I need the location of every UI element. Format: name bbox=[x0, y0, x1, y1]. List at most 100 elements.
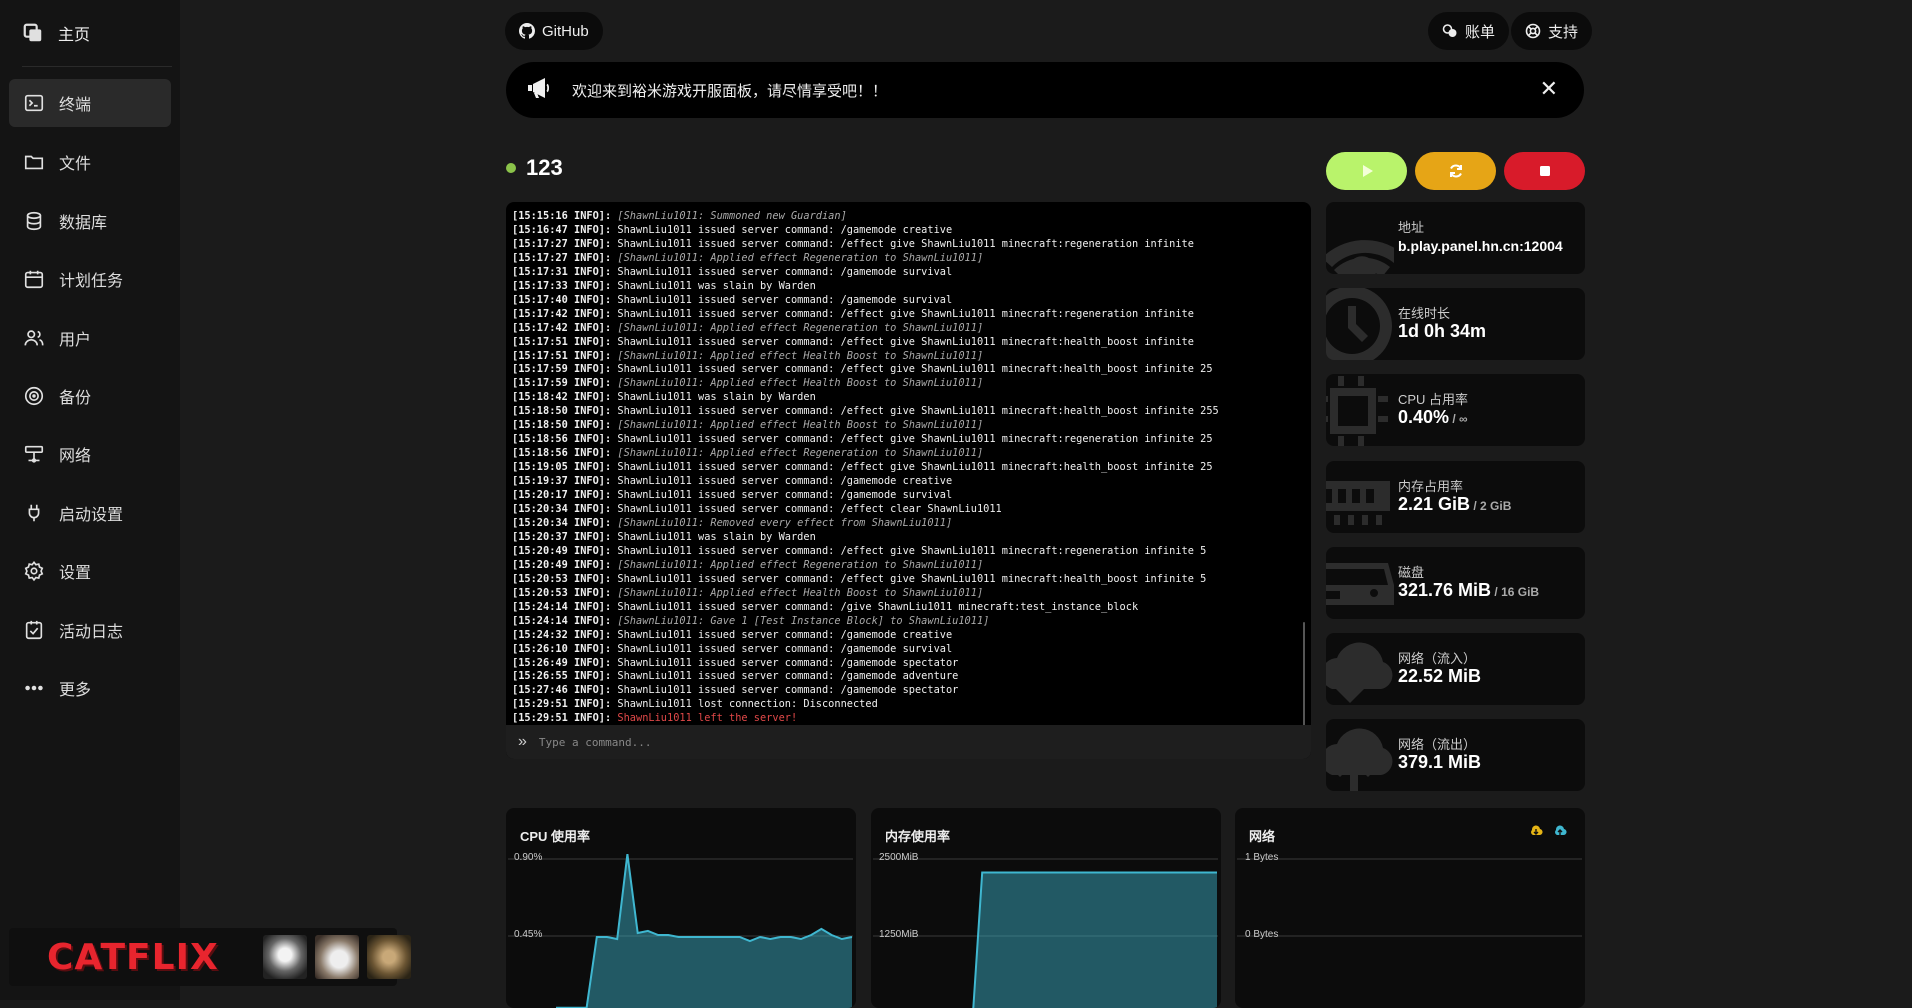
console-line: [15:18:50 INFO]: ShawnLiu1011 issued ser… bbox=[512, 405, 1299, 419]
console-timestamp: [15:20:49 INFO]: bbox=[512, 545, 611, 557]
stop-button[interactable] bbox=[1504, 152, 1585, 190]
console-line: [15:19:37 INFO]: ShawnLiu1011 issued ser… bbox=[512, 475, 1299, 489]
console-line: [15:18:56 INFO]: ShawnLiu1011 issued ser… bbox=[512, 433, 1299, 447]
billing-button[interactable]: 账单 bbox=[1428, 12, 1509, 50]
y-tick-label: 1 Bytes bbox=[1245, 852, 1278, 863]
server-console[interactable]: [15:15:16 INFO]: [ShawnLiu1011: Summoned… bbox=[506, 202, 1311, 759]
console-line: [15:17:59 INFO]: ShawnLiu1011 issued ser… bbox=[512, 363, 1299, 377]
console-message: ShawnLiu1011 issued server command: /gam… bbox=[611, 294, 952, 306]
sidebar-item-more[interactable]: 更多 bbox=[9, 664, 171, 712]
console-command-input[interactable] bbox=[537, 735, 1241, 750]
cat-thumbnail bbox=[367, 935, 411, 979]
console-line: [15:20:34 INFO]: ShawnLiu1011 issued ser… bbox=[512, 503, 1299, 517]
network-chart-card: 1 Bytes0 Bytes 网络 bbox=[1235, 808, 1585, 1008]
sidebar-item-users[interactable]: 用户 bbox=[9, 314, 171, 362]
sidebar: 主页 终端 文件 数据库 计划任务 用户 备份 网络 启动设置 设置 活动日志 bbox=[0, 0, 180, 1000]
console-message: [ShawnLiu1011: Gave 1 [Test Instance Blo… bbox=[611, 615, 989, 627]
sidebar-item-terminal[interactable]: 终端 bbox=[9, 79, 171, 127]
sidebar-item-label: 网络 bbox=[59, 442, 91, 466]
console-timestamp: [15:17:27 INFO]: bbox=[512, 252, 611, 264]
cpu-icon bbox=[1326, 374, 1396, 446]
console-line: [15:20:49 INFO]: [ShawnLiu1011: Applied … bbox=[512, 559, 1299, 573]
console-message: ShawnLiu1011 issued server command: /eff… bbox=[611, 308, 1194, 320]
download-legend-icon[interactable] bbox=[1529, 824, 1543, 838]
stat-value-main: 321.76 MiB bbox=[1398, 580, 1491, 600]
restart-button[interactable] bbox=[1415, 152, 1496, 190]
sidebar-item-startup[interactable]: 启动设置 bbox=[9, 489, 171, 537]
coins-icon bbox=[1442, 23, 1458, 39]
console-line: [15:27:46 INFO]: ShawnLiu1011 issued ser… bbox=[512, 684, 1299, 698]
sidebar-item-settings[interactable]: 设置 bbox=[9, 547, 171, 595]
console-line: [15:18:50 INFO]: [ShawnLiu1011: Applied … bbox=[512, 419, 1299, 433]
wifi-icon bbox=[1326, 202, 1396, 274]
console-timestamp: [15:17:42 INFO]: bbox=[512, 322, 611, 334]
console-message: ShawnLiu1011 issued server command: /eff… bbox=[611, 545, 1206, 557]
console-timestamp: [15:17:27 INFO]: bbox=[512, 238, 611, 250]
memory-icon bbox=[1326, 461, 1396, 533]
console-message: [ShawnLiu1011: Removed every effect from… bbox=[611, 517, 952, 529]
github-button[interactable]: GitHub bbox=[505, 12, 603, 50]
stat-value-main: 1d 0h 34m bbox=[1398, 321, 1486, 341]
console-timestamp: [15:17:31 INFO]: bbox=[512, 266, 611, 278]
y-tick-label: 2500MiB bbox=[879, 852, 919, 863]
console-message: ShawnLiu1011 lost connection: Disconnect… bbox=[611, 698, 878, 710]
start-button[interactable] bbox=[1326, 152, 1407, 190]
lifebuoy-icon bbox=[1525, 23, 1541, 39]
sidebar-item-activity[interactable]: 活动日志 bbox=[9, 606, 171, 654]
console-timestamp: [15:19:37 INFO]: bbox=[512, 475, 611, 487]
disk-icon bbox=[1326, 547, 1396, 619]
calendar-icon bbox=[23, 268, 45, 290]
cpu-chart-card: 0.90%0.45% CPU 使用率 bbox=[506, 808, 856, 1008]
console-line: [15:26:55 INFO]: ShawnLiu1011 issued ser… bbox=[512, 670, 1299, 684]
restart-icon bbox=[1447, 162, 1465, 180]
console-message: [ShawnLiu1011: Summoned new Guardian] bbox=[611, 210, 847, 222]
console-message: ShawnLiu1011 issued server command: /eff… bbox=[611, 336, 1194, 348]
stat-label: 地址 bbox=[1398, 217, 1424, 236]
console-message: [ShawnLiu1011: Applied effect Health Boo… bbox=[611, 587, 983, 599]
sidebar-item-label: 备份 bbox=[59, 384, 91, 408]
console-line: [15:16:47 INFO]: ShawnLiu1011 issued ser… bbox=[512, 224, 1299, 238]
sidebar-item-label: 文件 bbox=[59, 150, 91, 174]
console-timestamp: [15:18:56 INFO]: bbox=[512, 433, 611, 445]
console-line: [15:17:31 INFO]: ShawnLiu1011 issued ser… bbox=[512, 266, 1299, 280]
chart-title: 内存使用率 bbox=[885, 826, 950, 845]
memory-chart-card: 2500MiB1250MiB 内存使用率 bbox=[871, 808, 1221, 1008]
console-scrollbar[interactable] bbox=[1303, 622, 1305, 740]
stat-card: 磁盘321.76 MiB / 16 GiB bbox=[1326, 547, 1585, 619]
server-status-dot bbox=[506, 163, 516, 173]
sidebar-home-label: 主页 bbox=[58, 21, 90, 45]
console-line: [15:20:34 INFO]: [ShawnLiu1011: Removed … bbox=[512, 517, 1299, 531]
console-line: [15:17:42 INFO]: [ShawnLiu1011: Applied … bbox=[512, 322, 1299, 336]
stat-card: 内存占用率2.21 GiB / 2 GiB bbox=[1326, 461, 1585, 533]
server-title: 123 bbox=[506, 155, 563, 181]
stat-value-main: b.play.panel.hn.cn:12004 bbox=[1398, 238, 1563, 254]
catflix-ad-banner[interactable]: CATFLIX bbox=[9, 928, 397, 986]
sidebar-item-network[interactable]: 网络 bbox=[9, 430, 171, 478]
support-button[interactable]: 支持 bbox=[1511, 12, 1592, 50]
console-timestamp: [15:26:10 INFO]: bbox=[512, 643, 611, 655]
console-message: ShawnLiu1011 issued server command: /eff… bbox=[611, 461, 1212, 473]
console-timestamp: [15:24:14 INFO]: bbox=[512, 601, 611, 613]
console-timestamp: [15:15:16 INFO]: bbox=[512, 210, 611, 222]
sidebar-item-backups[interactable]: 备份 bbox=[9, 372, 171, 420]
more-dots-icon bbox=[23, 677, 45, 699]
sidebar-item-schedules[interactable]: 计划任务 bbox=[9, 255, 171, 303]
stat-value-limit: / 16 GiB bbox=[1491, 585, 1539, 599]
close-icon[interactable]: ✕ bbox=[1540, 78, 1558, 100]
console-timestamp: [15:20:17 INFO]: bbox=[512, 489, 611, 501]
console-line: [15:26:49 INFO]: ShawnLiu1011 issued ser… bbox=[512, 657, 1299, 671]
stat-value-limit: / 2 GiB bbox=[1470, 499, 1511, 513]
console-timestamp: [15:26:55 INFO]: bbox=[512, 670, 611, 682]
announcement-banner: 欢迎来到裕米游戏开服面板，请尽情享受吧！！ ✕ bbox=[506, 62, 1584, 118]
sidebar-item-database[interactable]: 数据库 bbox=[9, 197, 171, 245]
download-cloud-icon bbox=[1326, 633, 1396, 705]
console-message: ShawnLiu1011 issued server command: /gam… bbox=[611, 266, 952, 278]
console-line: [15:26:10 INFO]: ShawnLiu1011 issued ser… bbox=[512, 643, 1299, 657]
sidebar-item-home[interactable]: 主页 bbox=[22, 18, 172, 48]
console-message: ShawnLiu1011 was slain by Warden bbox=[611, 531, 816, 543]
sidebar-item-files[interactable]: 文件 bbox=[9, 138, 171, 186]
upload-legend-icon[interactable] bbox=[1553, 824, 1567, 838]
console-message: ShawnLiu1011 issued server command: /gam… bbox=[611, 629, 952, 641]
console-timestamp: [15:20:53 INFO]: bbox=[512, 573, 611, 585]
stat-label: 网络（流出） bbox=[1398, 734, 1476, 753]
